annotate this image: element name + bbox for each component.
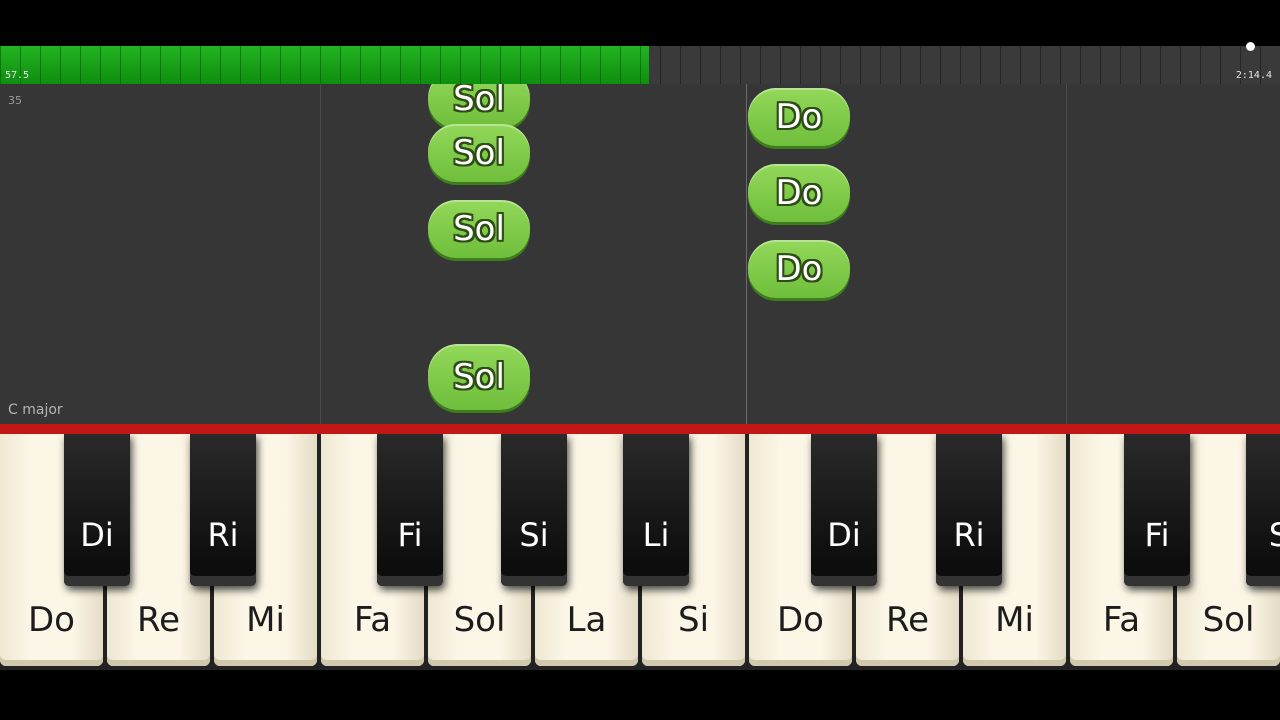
key-label: Di xyxy=(827,516,861,554)
key-label: Fi xyxy=(1144,516,1170,554)
falling-note: Sol xyxy=(428,84,530,128)
key-label: Do xyxy=(777,600,824,640)
black-key-di[interactable]: Di xyxy=(64,434,130,586)
key-label: Re xyxy=(136,600,180,640)
total-time: 2:14.4 xyxy=(1235,70,1272,81)
measure-line xyxy=(320,84,321,424)
key-label: S xyxy=(1268,516,1280,554)
key-label: Fa xyxy=(353,600,392,640)
keyboard-top-strip xyxy=(0,424,1280,434)
black-key-fi[interactable]: Fi xyxy=(377,434,443,586)
key-label: La xyxy=(566,600,607,640)
falling-note: Do xyxy=(748,164,850,222)
key-label: Li xyxy=(642,516,670,554)
song-progress-bar[interactable]: 57.5 2:14.4 xyxy=(0,42,1280,84)
measure-line xyxy=(746,84,747,424)
piano-app: 57.5 2:14.4 35 C major Sol Sol Sol Sol D… xyxy=(0,0,1280,720)
note-lane: 35 C major Sol Sol Sol Sol Do Do Do xyxy=(0,84,1280,424)
key-label: Sol xyxy=(453,600,506,640)
black-key-si-partial[interactable]: S xyxy=(1246,434,1280,586)
key-label: Si xyxy=(519,516,549,554)
black-key-si[interactable]: Si xyxy=(501,434,567,586)
falling-note: Sol xyxy=(428,344,530,410)
black-key-li[interactable]: Li xyxy=(623,434,689,586)
key-label: Sol xyxy=(1202,600,1255,640)
falling-note: Do xyxy=(748,88,850,146)
black-key-ri[interactable]: Ri xyxy=(936,434,1002,586)
progress-fill xyxy=(0,46,649,84)
measure-number: 35 xyxy=(8,94,22,107)
key-label: Do xyxy=(28,600,75,640)
key-label: Fa xyxy=(1102,600,1141,640)
falling-note: Do xyxy=(748,240,850,298)
black-key-fi[interactable]: Fi xyxy=(1124,434,1190,586)
black-key-di[interactable]: Di xyxy=(811,434,877,586)
piano-keyboard: Do Re Mi Fa Sol La Si Do Re Mi Fa Sol Di… xyxy=(0,434,1280,670)
key-label: Re xyxy=(885,600,929,640)
measure-line xyxy=(1066,84,1067,424)
elapsed-time: 57.5 xyxy=(5,70,30,81)
key-label: Di xyxy=(80,516,114,554)
key-label: Ri xyxy=(953,516,985,554)
falling-note: Sol xyxy=(428,200,530,258)
key-label: Ri xyxy=(207,516,239,554)
black-key-ri[interactable]: Ri xyxy=(190,434,256,586)
key-label: Mi xyxy=(246,600,285,640)
bottom-letterbox xyxy=(0,670,1280,720)
key-signature: C major xyxy=(8,402,63,418)
key-label: Mi xyxy=(995,600,1034,640)
key-label: Fi xyxy=(397,516,423,554)
key-label: Si xyxy=(677,600,710,640)
progress-cursor-icon[interactable] xyxy=(1246,42,1255,51)
falling-note: Sol xyxy=(428,124,530,182)
